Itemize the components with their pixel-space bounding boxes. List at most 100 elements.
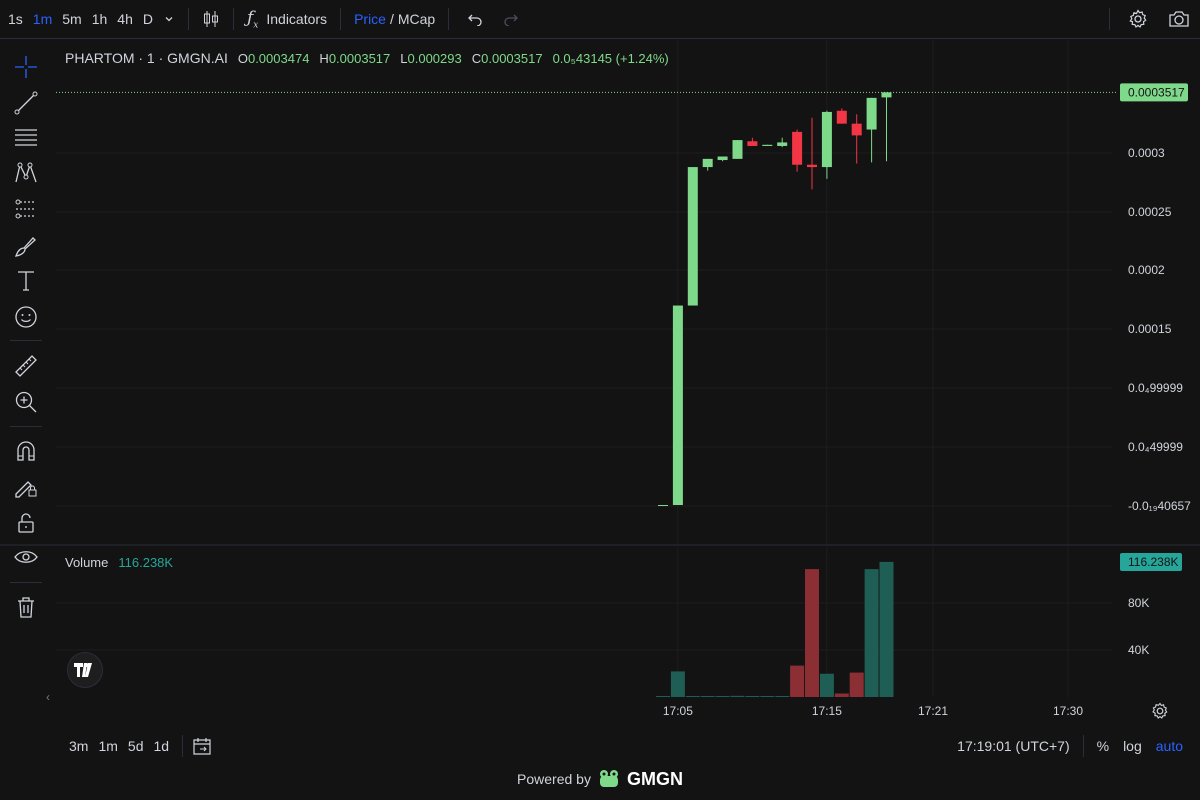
gear-icon [1129, 9, 1147, 28]
goto-date-button[interactable] [191, 736, 213, 756]
price-axis-tick: 0.0₄49999 [1128, 440, 1183, 454]
indicators-button[interactable]: ƒx Indicators [242, 0, 332, 38]
candle-body [821, 111, 832, 168]
trend-line-tool[interactable] [8, 88, 44, 118]
price-chart: 0.0003 0.00025 0.0002 0.00015 0.0₄99999 0.0₄4… [0, 40, 1200, 718]
volume-bar [745, 696, 760, 697]
interval-5m[interactable]: 5m [57, 0, 86, 38]
candle-body [747, 141, 758, 146]
candle-body [792, 131, 803, 165]
tradingview-icon [74, 663, 92, 677]
collapse-toolbar-icon[interactable]: ‹ [46, 690, 50, 704]
screenshot-button[interactable] [1158, 0, 1200, 38]
open-label: O [237, 50, 248, 66]
interval-4h[interactable]: 4h [112, 0, 138, 38]
volume-bar [685, 696, 700, 697]
time-axis-tick: 17:21 [918, 704, 948, 718]
interval-dropdown[interactable] [158, 0, 180, 38]
gmgn-brand: GMGN [626, 768, 683, 789]
auto-scale-toggle[interactable]: auto [1151, 738, 1188, 754]
divider [10, 426, 42, 427]
divider [1109, 8, 1110, 30]
price-mcap-toggle[interactable]: Price / MCap [349, 0, 440, 38]
range-1d[interactable]: 1d [148, 738, 174, 754]
mcap-option[interactable]: MCap [398, 11, 435, 27]
close-label: C [471, 50, 482, 66]
price-legend: PHARTOM · 1 · GMGN.AI O0.0003474 H0.0003… [65, 50, 669, 66]
price-mcap-divider: / [389, 11, 394, 27]
interval-selector: 1s 1m 5m 1h 4h D [3, 0, 158, 38]
volume-legend: Volume 116.238K [65, 555, 173, 570]
trend-line-icon [14, 91, 38, 115]
candle-body [807, 164, 817, 168]
volume-bar [849, 672, 864, 697]
volume-bar [670, 671, 685, 697]
redo-button[interactable] [493, 0, 529, 38]
interval-1s[interactable]: 1s [3, 0, 28, 38]
horizontal-lines-icon [15, 129, 37, 146]
volume-bar [715, 696, 730, 697]
candle-body [702, 158, 713, 168]
brush-tool[interactable] [8, 231, 44, 261]
range-5d[interactable]: 5d [123, 738, 149, 754]
drawing-toolbar [0, 44, 52, 644]
text-tool[interactable] [8, 266, 44, 296]
volume-bar [864, 569, 879, 697]
open-value: 0.0003474 [247, 50, 310, 66]
magnet-tool[interactable] [8, 436, 44, 466]
powered-by: Powered by GMGN [0, 768, 1200, 790]
chevron-down-icon [165, 17, 173, 22]
settings-button[interactable] [1118, 0, 1158, 38]
hide-drawings-tool[interactable] [8, 543, 44, 573]
price-axis-tick: 0.0002 [1128, 263, 1165, 277]
undo-icon [468, 14, 482, 26]
price-option[interactable]: Price [354, 11, 386, 27]
volume-label: Volume [65, 555, 109, 570]
percent-scale-toggle[interactable]: % [1092, 738, 1114, 754]
pattern-icon [15, 162, 37, 183]
forecast-tool[interactable] [8, 194, 44, 224]
undo-button[interactable] [457, 0, 493, 38]
top-toolbar: 1s 1m 5m 1h 4h D ƒx Indicators Price / MCap [0, 0, 1200, 38]
low-label: L [400, 50, 408, 66]
gmgn-frog-logo [599, 770, 618, 787]
volume-bar [790, 665, 805, 697]
interval-D[interactable]: D [138, 0, 158, 38]
range-1m[interactable]: 1m [93, 738, 122, 754]
chart-type-button[interactable] [197, 0, 225, 38]
pattern-tool[interactable] [8, 158, 44, 188]
high-label: H [319, 50, 329, 66]
toolbar-border [0, 38, 1200, 39]
timezone-clock[interactable]: 17:19:01 (UTC+7) [952, 738, 1074, 754]
candles-icon [203, 11, 218, 27]
emoji-tool[interactable] [8, 302, 44, 332]
divider [1082, 735, 1084, 757]
time-axis-tick: 17:15 [812, 704, 842, 718]
interval-1h[interactable]: 1h [87, 0, 113, 38]
volume-axis-tick: 40K [1128, 643, 1149, 657]
price-axis-tick: -0.0₁₉40657 [1128, 499, 1191, 513]
tradingview-logo[interactable] [67, 652, 103, 688]
volume-bar [805, 569, 819, 697]
price-axis-tick: 0.0₄99999 [1128, 381, 1183, 395]
price-axis-tick: 0.00025 [1128, 205, 1172, 219]
delete-drawings-tool[interactable] [8, 592, 44, 622]
close-value: 0.0003517 [481, 50, 543, 66]
range-3m[interactable]: 3m [64, 738, 93, 754]
interval-1m[interactable]: 1m [28, 0, 57, 38]
log-scale-toggle[interactable]: log [1118, 738, 1147, 754]
zoom-tool[interactable] [8, 387, 44, 417]
axis-settings-button[interactable] [1150, 701, 1170, 724]
lock-drawings-tool[interactable] [8, 472, 44, 502]
measure-tool[interactable] [8, 351, 44, 381]
candle-body [762, 144, 773, 146]
candle-body [732, 140, 743, 159]
divider [182, 735, 184, 757]
candle-body [881, 92, 892, 98]
candle-body [687, 167, 698, 306]
divider [232, 8, 234, 30]
lock-all-tool[interactable] [8, 508, 44, 538]
crosshair-tool[interactable] [8, 52, 44, 82]
fib-tool[interactable] [8, 123, 44, 153]
current-volume-label: 116.238K [1128, 555, 1179, 569]
